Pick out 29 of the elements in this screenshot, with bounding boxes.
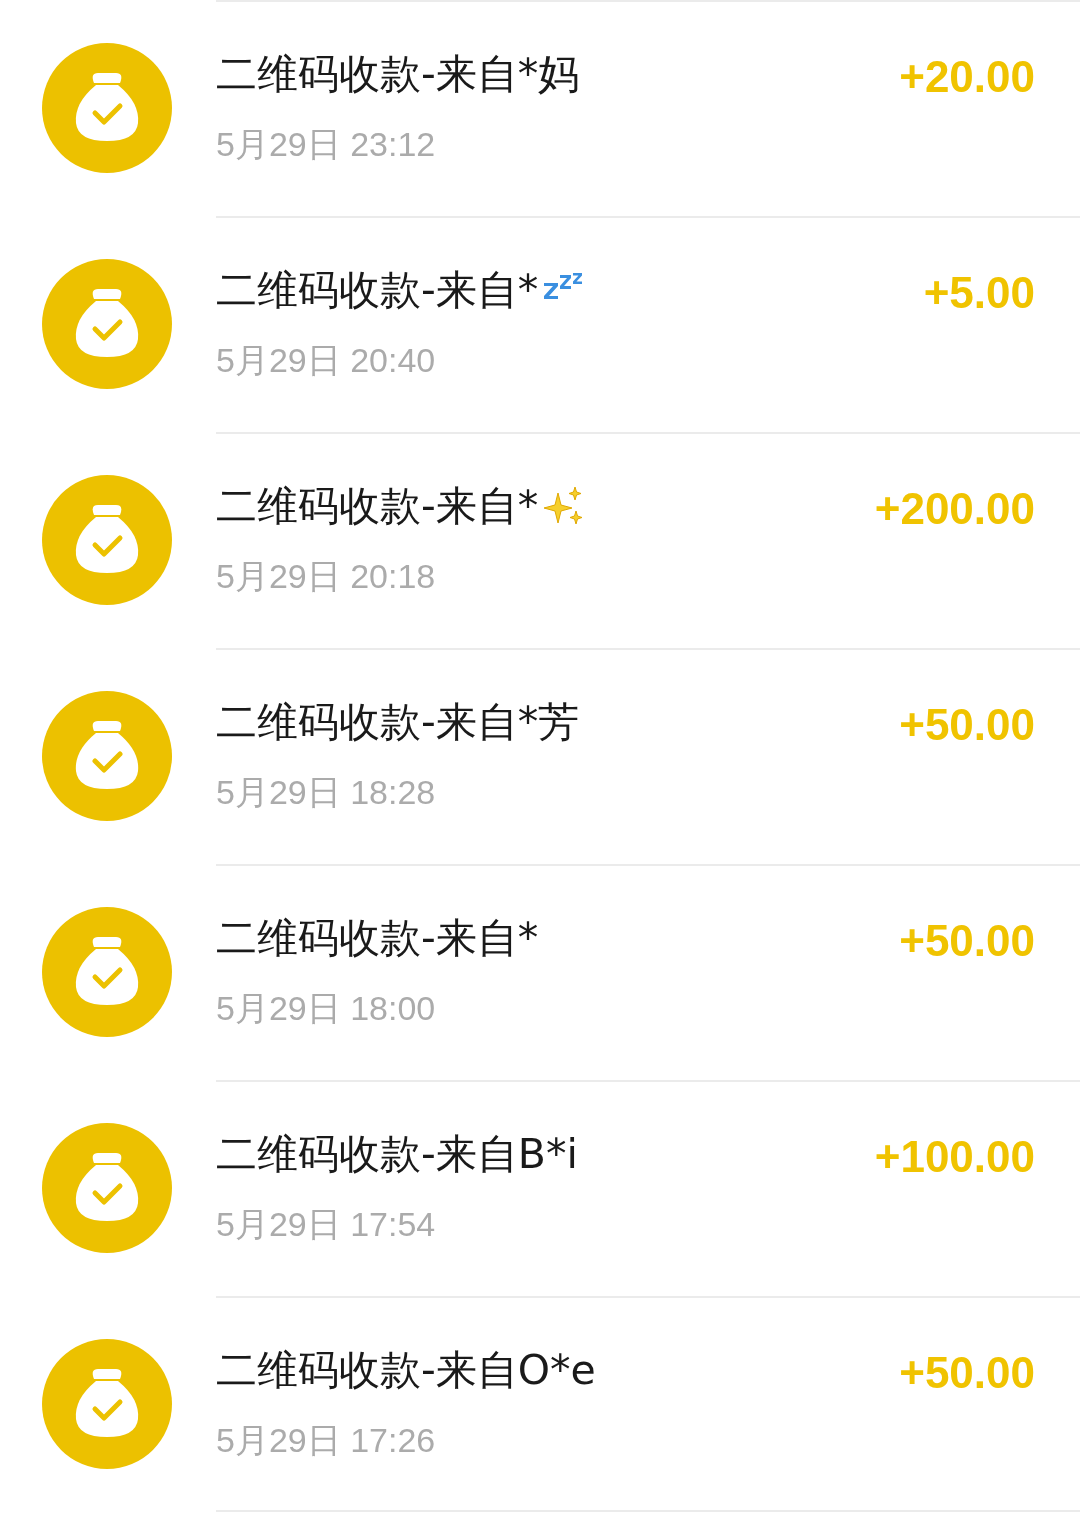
payment-amount: +100.00: [874, 1131, 1035, 1183]
money-bag-icon: [42, 43, 172, 173]
payment-amount: +50.00: [899, 915, 1035, 967]
payment-amount: +200.00: [874, 483, 1035, 535]
payment-amount: +50.00: [899, 1347, 1035, 1399]
payment-time: 5月29日 20:40: [216, 340, 437, 381]
money-bag-icon: [42, 475, 172, 605]
payment-time: 5月29日 18:28: [216, 772, 437, 813]
money-bag-icon: [42, 259, 172, 389]
payment-time: 5月29日 17:26: [216, 1420, 437, 1461]
payment-title: 二维码收款-来自*芳: [216, 696, 580, 748]
payment-title: 二维码收款-来自*妈: [216, 48, 580, 100]
payment-title: 二维码收款-来自*: [216, 480, 539, 532]
payment-time: 5月29日 20:18: [216, 556, 437, 597]
money-bag-icon: [42, 907, 172, 1037]
payment-amount: +5.00: [923, 267, 1035, 319]
money-bag-icon: [42, 1339, 172, 1469]
money-bag-icon: [42, 1123, 172, 1253]
payment-time: 5月29日 17:54: [216, 1204, 437, 1245]
payment-title: 二维码收款-来自*: [216, 264, 539, 316]
money-bag-icon: [42, 691, 172, 821]
sparkles-icon: [542, 485, 585, 527]
payment-time: 5月29日 23:12: [216, 124, 437, 165]
payment-time: 5月29日 18:00: [216, 988, 437, 1029]
payment-title: 二维码收款-来自B*i: [216, 1128, 578, 1180]
payment-amount: +20.00: [899, 51, 1035, 103]
payment-title: 二维码收款-来自*: [216, 912, 539, 964]
payment-amount: +50.00: [899, 699, 1035, 751]
payment-title: 二维码收款-来自O*e: [216, 1344, 596, 1396]
